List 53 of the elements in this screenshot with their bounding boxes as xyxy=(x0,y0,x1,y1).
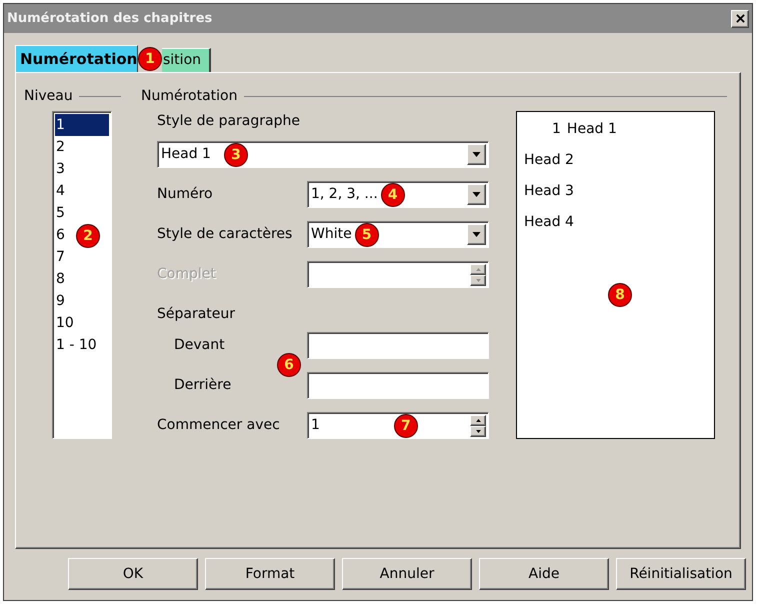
caret-up-icon xyxy=(476,268,480,270)
group-title: Niveau xyxy=(24,86,73,106)
callout-marker: 3 xyxy=(224,142,248,166)
dropdown-button[interactable] xyxy=(467,184,486,205)
dialog-button[interactable]: OK xyxy=(68,558,198,590)
spin-down-button[interactable] xyxy=(470,426,486,436)
field-label: Devant xyxy=(174,336,225,355)
preview-number: 1 xyxy=(552,120,561,139)
callout-marker: 1 xyxy=(138,46,162,70)
text-field[interactable] xyxy=(307,332,489,359)
dialog-button[interactable]: Aide xyxy=(479,558,609,590)
dropdown-button[interactable] xyxy=(467,224,486,245)
dropdown-field[interactable]: Head 1 3 xyxy=(157,141,489,168)
dropdown-button[interactable] xyxy=(467,144,486,165)
spin-up-button[interactable] xyxy=(470,264,486,274)
field-label: Style de caractères xyxy=(157,225,292,244)
preview-line: Head 2 xyxy=(524,151,574,170)
caret-down-icon xyxy=(472,232,481,237)
caret-down-icon xyxy=(476,278,480,282)
callout-marker: 6 xyxy=(277,353,301,377)
callout-marker: 8 xyxy=(608,283,632,307)
field-label: Style de paragraphe xyxy=(157,112,300,130)
caret-up-icon xyxy=(476,418,480,422)
dialog-button[interactable]: Réinitialisation xyxy=(616,558,746,590)
caret-down-icon xyxy=(476,430,480,432)
close-button[interactable] xyxy=(731,10,749,28)
preview-line: Head 3 xyxy=(524,182,574,201)
field-label: Séparateur xyxy=(157,305,236,324)
window-title: Numérotation des chapitres xyxy=(7,10,212,28)
spin-up-button[interactable] xyxy=(470,414,486,426)
spin-field[interactable] xyxy=(307,261,489,288)
text-field[interactable] xyxy=(307,372,489,399)
dialog-button[interactable]: Format xyxy=(205,558,335,590)
dropdown-field[interactable]: White 5 xyxy=(307,221,489,248)
preview-line: Head 1 xyxy=(566,120,617,139)
spin-field[interactable]: 1 7 xyxy=(307,412,489,439)
field-label: Derrière xyxy=(174,376,232,395)
group-title: Numérotation xyxy=(141,86,238,106)
list-item[interactable]: 1 xyxy=(55,114,109,136)
callout-marker: 4 xyxy=(380,182,405,206)
field-label: Commencer avec xyxy=(157,416,280,435)
preview-line: Head 4 xyxy=(524,213,574,232)
dropdown-field[interactable]: 1, 2, 3, ... 4 xyxy=(307,181,489,208)
caret-down-icon xyxy=(472,152,481,157)
close-icon xyxy=(736,14,744,23)
field-label: Numéro xyxy=(157,185,213,204)
caret-down-icon xyxy=(472,192,481,197)
tab[interactable]: Numérotation xyxy=(15,45,138,72)
tab[interactable]: sition xyxy=(162,48,212,72)
callout-marker: 5 xyxy=(354,222,379,246)
dialog-button[interactable]: Annuler xyxy=(342,558,472,590)
spin-down-button[interactable] xyxy=(470,274,486,286)
callout-marker: 7 xyxy=(394,414,418,438)
